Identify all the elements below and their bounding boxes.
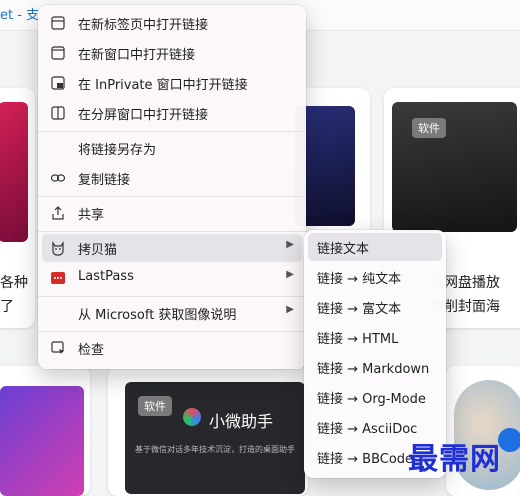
- submenu-item-plain-text[interactable]: 链接 → 纯文本: [308, 263, 442, 291]
- menu-separator: [38, 331, 306, 332]
- submenu-item-label: 链接 → Markdown: [317, 362, 430, 377]
- submenu-item-label: 链接文本: [317, 242, 370, 257]
- result-card-bottom-left[interactable]: [0, 366, 90, 496]
- menu-item-label: 在新窗口中打开链接: [78, 48, 196, 63]
- inspect-icon: [51, 341, 64, 354]
- new-window-icon: [51, 46, 65, 60]
- menu-item-open-inprivate[interactable]: 在 InPrivate 窗口中打开链接: [42, 69, 302, 97]
- menu-item-copy-link[interactable]: 复制链接: [42, 164, 302, 192]
- share-icon: [52, 206, 64, 220]
- submenu-item-org-mode[interactable]: 链接 → Org-Mode: [308, 383, 442, 411]
- menu-item-label: 检查: [78, 343, 105, 358]
- menu-item-save-link-as[interactable]: 将链接另存为: [42, 134, 302, 162]
- split-screen-icon: [51, 106, 65, 120]
- card-thumbnail: [0, 386, 84, 496]
- menu-item-open-split-screen[interactable]: 在分屏窗口中打开链接: [42, 99, 302, 127]
- menu-item-label: LastPass: [78, 269, 134, 284]
- menu-item-copycat[interactable]: 拷贝猫 ▶: [42, 234, 302, 262]
- category-badge: 软件: [412, 118, 446, 138]
- watermark: 最需网: [408, 442, 501, 477]
- menu-separator: [38, 196, 306, 197]
- submenu-item-label: 链接 → 富文本: [317, 302, 402, 317]
- menu-item-share[interactable]: 共享: [42, 199, 302, 227]
- submenu-item-link-text[interactable]: 链接文本: [308, 233, 442, 261]
- menu-item-inspect[interactable]: 检查: [42, 334, 302, 362]
- lastpass-icon: [51, 272, 65, 284]
- submenu-item-label: 链接 → AsciiDoc: [317, 422, 418, 437]
- menu-item-label: 将链接另存为: [78, 143, 157, 158]
- menu-separator: [38, 231, 306, 232]
- app-card-title: 小微助手: [209, 412, 274, 431]
- card-title-left[interactable]: 各种: [0, 272, 28, 292]
- play-icon[interactable]: [498, 428, 520, 452]
- category-badge: 软件: [138, 396, 172, 416]
- menu-item-label: 复制链接: [78, 173, 131, 188]
- inprivate-icon: [51, 76, 65, 90]
- result-card-left[interactable]: [0, 88, 35, 328]
- chevron-right-icon: ▶: [286, 304, 294, 315]
- cat-icon: [52, 241, 64, 256]
- submenu-item-html[interactable]: 链接 → HTML: [308, 323, 442, 351]
- menu-item-get-image-description[interactable]: 从 Microsoft 获取图像说明 ▶: [42, 299, 302, 327]
- menu-item-open-new-tab[interactable]: 在新标签页中打开链接: [42, 9, 302, 37]
- menu-item-label: 在 InPrivate 窗口中打开链接: [78, 78, 248, 93]
- submenu-item-label: 链接 → BBCode: [317, 452, 414, 467]
- top-link-text[interactable]: et - 支: [0, 4, 39, 23]
- app-card-desc: 基于微信对话多年技术沉淀，打造的桌面助手: [135, 445, 295, 454]
- card-thumbnail: [392, 102, 517, 232]
- submenu-item-rich-text[interactable]: 链接 → 富文本: [308, 293, 442, 321]
- menu-item-label: 拷贝猫: [78, 243, 118, 258]
- app-logo-icon: [183, 408, 201, 426]
- chevron-right-icon: ▶: [286, 239, 294, 250]
- submenu-item-label: 链接 → 纯文本: [317, 272, 402, 287]
- menu-item-label: 在新标签页中打开链接: [78, 18, 209, 33]
- chevron-right-icon: ▶: [286, 269, 294, 280]
- menu-item-label: 从 Microsoft 获取图像说明: [78, 308, 237, 323]
- card-title-left-2[interactable]: 了: [0, 296, 14, 316]
- card-thumbnail: [0, 102, 28, 242]
- context-menu: 在新标签页中打开链接 在新窗口中打开链接 在 InPrivate 窗口中打开链接…: [38, 5, 306, 369]
- menu-separator: [38, 131, 306, 132]
- menu-separator: [38, 296, 306, 297]
- menu-item-label: 共享: [78, 208, 105, 223]
- link-icon: [50, 174, 66, 182]
- new-tab-icon: [51, 16, 65, 30]
- menu-item-label: 在分屏窗口中打开链接: [78, 108, 209, 123]
- menu-item-lastpass[interactable]: LastPass ▶: [42, 264, 302, 292]
- submenu-item-markdown[interactable]: 链接 → Markdown: [308, 353, 442, 381]
- result-card-bottom-middle[interactable]: 小微助手 基于微信对话多年技术沉淀，打造的桌面助手 软件: [108, 366, 308, 496]
- menu-item-open-new-window[interactable]: 在新窗口中打开链接: [42, 39, 302, 67]
- submenu-item-label: 链接 → HTML: [317, 332, 399, 347]
- submenu-item-label: 链接 → Org-Mode: [317, 392, 426, 407]
